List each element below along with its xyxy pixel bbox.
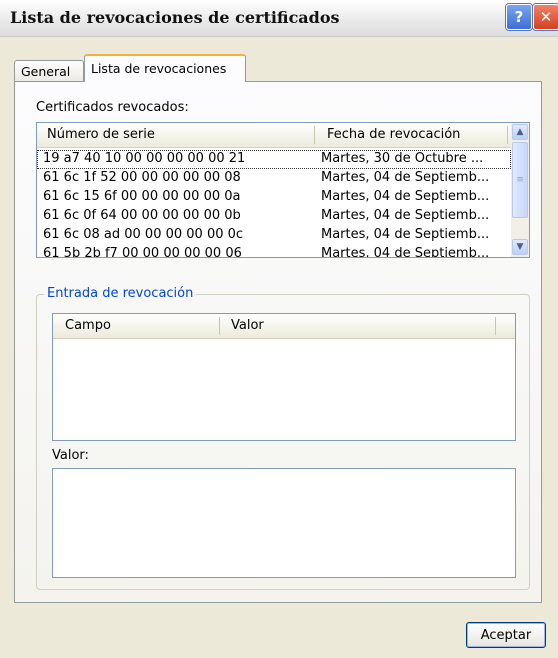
tab-general[interactable]: General [14,60,84,81]
scrollbar-thumb[interactable]: ≡ [512,142,528,218]
date-cell: Martes, 04 de Septiemb... [321,246,490,258]
column-header-serial[interactable]: Número de serie [47,127,155,142]
serial-cell: 61 5b 2b f7 00 00 00 00 00 06 [43,246,242,258]
revoked-certificates-list[interactable]: Número de serie Fecha de revocación 19 a… [36,122,530,258]
serial-cell: 19 a7 40 10 00 00 00 00 00 21 [43,151,246,166]
revocation-entry-title: Entrada de revocación [44,286,197,301]
date-cell: Martes, 04 de Septiemb... [321,227,490,242]
list-header: Número de serie Fecha de revocación [37,123,511,148]
column-separator[interactable] [219,317,220,335]
date-cell: Martes, 04 de Septiemb... [321,208,490,223]
serial-cell: 61 6c 15 6f 00 00 00 00 00 0a [43,189,241,204]
scroll-down-button[interactable]: ▼ [512,239,528,255]
date-cell: Martes, 04 de Septiemb... [321,189,490,204]
column-header-date[interactable]: Fecha de revocación [327,127,460,142]
vertical-scrollbar[interactable]: ▲ ≡ ▼ [511,123,529,257]
close-icon: ✕ [539,8,553,26]
help-icon: ? [514,8,524,26]
chevron-up-icon: ▲ [516,127,524,137]
table-row[interactable]: 19 a7 40 10 00 00 00 00 00 21 Martes, 30… [37,150,511,169]
table-row[interactable]: 61 5b 2b f7 00 00 00 00 00 06 Martes, 04… [37,245,511,258]
value-label: Valor: [52,448,89,463]
serial-cell: 61 6c 08 ad 00 00 00 00 00 0c [43,227,244,242]
close-button[interactable]: ✕ [533,4,558,30]
table-row[interactable]: 61 6c 08 ad 00 00 00 00 00 0c Martes, 04… [37,226,511,245]
title-bar: Lista de revocaciones de certificados ? … [0,0,558,37]
revoked-certificates-label: Certificados revocados: [36,100,189,115]
value-textbox[interactable] [52,468,516,578]
scroll-up-button[interactable]: ▲ [512,124,528,140]
tab-lista-de-revocaciones[interactable]: Lista de revocaciones [84,54,246,82]
serial-cell: 61 6c 0f 64 00 00 00 00 00 0b [43,208,241,223]
chevron-down-icon: ▼ [516,242,524,252]
help-button[interactable]: ? [506,4,532,30]
column-header-value[interactable]: Valor [231,318,264,333]
entry-list-header: Campo Valor [53,314,515,339]
serial-cell: 61 6c 1f 52 00 00 00 00 00 08 [43,170,241,185]
window-title: Lista de revocaciones de certificados [10,8,340,27]
table-row[interactable]: 61 6c 15 6f 00 00 00 00 00 0a Martes, 04… [37,188,511,207]
table-row[interactable]: 61 6c 1f 52 00 00 00 00 00 08 Martes, 04… [37,169,511,188]
column-separator[interactable] [507,126,508,144]
date-cell: Martes, 30 de Octubre ... [321,151,484,166]
revocation-entry-list[interactable]: Campo Valor [52,313,516,441]
table-row[interactable]: 61 6c 0f 64 00 00 00 00 00 0b Martes, 04… [37,207,511,226]
accept-button[interactable]: Aceptar [466,622,546,648]
column-header-field[interactable]: Campo [65,318,111,333]
date-cell: Martes, 04 de Septiemb... [321,170,490,185]
grip-icon: ≡ [516,175,524,185]
column-separator[interactable] [495,317,496,335]
column-separator[interactable] [314,126,315,144]
